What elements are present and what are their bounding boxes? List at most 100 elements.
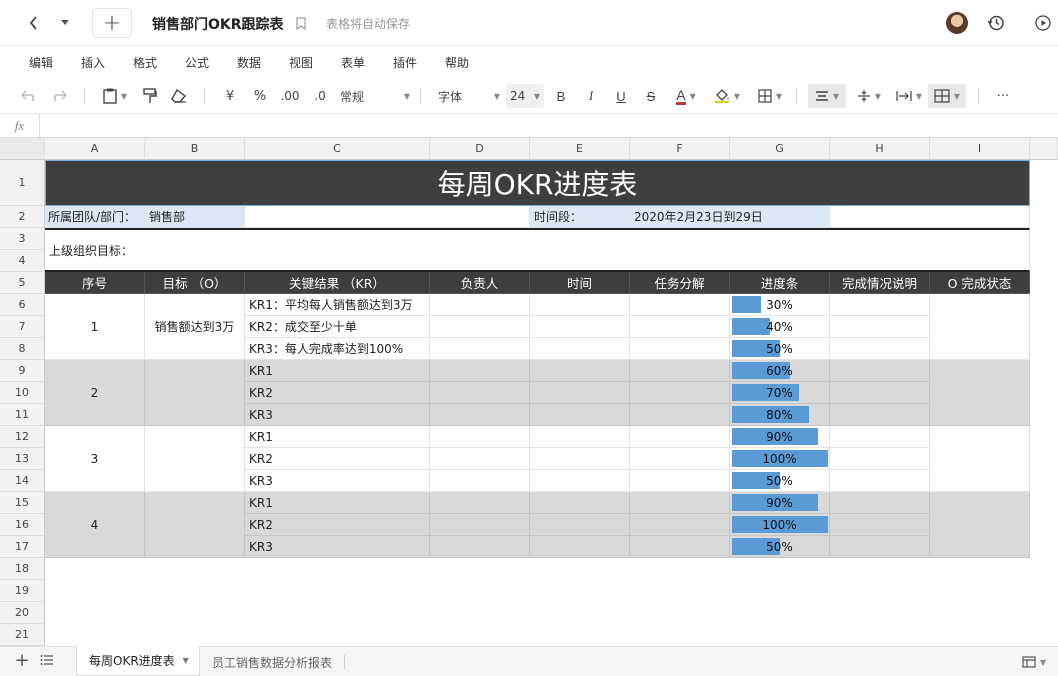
row-header[interactable]: 17 [0, 536, 45, 558]
time-cell[interactable] [530, 426, 630, 448]
owner-cell[interactable] [430, 382, 530, 404]
owner-cell[interactable] [430, 514, 530, 536]
time-cell[interactable] [530, 360, 630, 382]
merge-cells-button[interactable]: ▼ [928, 84, 966, 108]
row-header[interactable]: 6 [0, 294, 45, 316]
number-format-select[interactable]: 常规 ▼ [340, 84, 410, 108]
header-objective[interactable]: 目标 （O） [145, 272, 245, 294]
time-cell[interactable] [530, 448, 630, 470]
progress-cell[interactable]: 50% [730, 536, 830, 558]
header-tasks[interactable]: 任务分解 [630, 272, 730, 294]
underline-button[interactable]: U [612, 84, 630, 108]
owner-cell[interactable] [430, 316, 530, 338]
completion-notes-cell[interactable] [830, 338, 930, 360]
sheet-tab[interactable]: 员工销售数据分析报表 [212, 654, 332, 671]
row-header[interactable]: 9 [0, 360, 45, 382]
kr-cell[interactable]: KR1 [245, 492, 430, 514]
completion-notes-cell[interactable] [830, 404, 930, 426]
progress-cell[interactable]: 60% [730, 360, 830, 382]
font-size-select[interactable]: 24 ▼ [506, 84, 544, 108]
o-status-cell[interactable] [930, 492, 1030, 558]
completion-notes-cell[interactable] [830, 470, 930, 492]
header-owner[interactable]: 负责人 [430, 272, 530, 294]
progress-cell[interactable]: 90% [730, 426, 830, 448]
undo-button[interactable] [18, 84, 40, 108]
o-status-cell[interactable] [930, 360, 1030, 426]
column-header[interactable]: I [930, 138, 1030, 160]
completion-notes-cell[interactable] [830, 514, 930, 536]
row-header[interactable]: 5 [0, 272, 45, 294]
kr-cell[interactable]: KR1 [245, 360, 430, 382]
redo-button[interactable] [48, 84, 70, 108]
bold-button[interactable]: B [552, 84, 570, 108]
menu-edit[interactable]: 编辑 [29, 54, 53, 71]
row-header[interactable]: 2 [0, 206, 45, 228]
time-cell[interactable] [530, 470, 630, 492]
kr-cell[interactable]: KR2 [245, 514, 430, 536]
objective-cell[interactable] [145, 360, 245, 426]
column-header[interactable]: H [830, 138, 930, 160]
menu-formula[interactable]: 公式 [185, 54, 209, 71]
parent-goal-cell[interactable]: 上级组织目标： [45, 228, 1030, 272]
row-header[interactable]: 19 [0, 580, 45, 602]
menu-format[interactable]: 格式 [133, 54, 157, 71]
objective-cell[interactable]: 销售额达到3万 [145, 294, 245, 360]
owner-cell[interactable] [430, 470, 530, 492]
owner-cell[interactable] [430, 426, 530, 448]
vertical-align-button[interactable]: ▼ [852, 84, 886, 108]
history-dropdown-button[interactable] [54, 12, 76, 34]
completion-notes-cell[interactable] [830, 294, 930, 316]
task-cell[interactable] [630, 448, 730, 470]
progress-cell[interactable]: 40% [730, 316, 830, 338]
row-header[interactable]: 7 [0, 316, 45, 338]
progress-cell[interactable]: 50% [730, 470, 830, 492]
sheet-tab-active[interactable]: 每周OKR进度表 ▼ [76, 646, 200, 676]
column-header[interactable]: A [45, 138, 145, 160]
seq-cell[interactable]: 1 [45, 294, 145, 360]
task-cell[interactable] [630, 338, 730, 360]
borders-button[interactable]: ▼ [754, 84, 786, 108]
progress-cell[interactable]: 90% [730, 492, 830, 514]
menu-view[interactable]: 视图 [289, 54, 313, 71]
formula-input[interactable] [46, 114, 1058, 137]
kr-cell[interactable]: KR2 [245, 448, 430, 470]
completion-notes-cell[interactable] [830, 426, 930, 448]
column-header[interactable]: C [245, 138, 430, 160]
fill-color-button[interactable]: ▼ [710, 84, 744, 108]
row-header[interactable]: 10 [0, 382, 45, 404]
text-wrap-button[interactable]: ▼ [892, 84, 926, 108]
paste-button[interactable]: ▼ [98, 84, 132, 108]
avatar[interactable] [946, 12, 968, 34]
column-header[interactable]: E [530, 138, 630, 160]
completion-notes-cell[interactable] [830, 316, 930, 338]
decrease-decimal-button[interactable]: .0 [310, 84, 330, 108]
time-cell[interactable] [530, 404, 630, 426]
bookmark-button[interactable] [294, 14, 308, 32]
time-cell[interactable] [530, 536, 630, 558]
select-all-corner[interactable] [0, 138, 45, 160]
task-cell[interactable] [630, 404, 730, 426]
progress-cell[interactable]: 30% [730, 294, 830, 316]
task-cell[interactable] [630, 294, 730, 316]
kr-cell[interactable]: KR3 [245, 536, 430, 558]
owner-cell[interactable] [430, 338, 530, 360]
currency-format-button[interactable]: ¥ [220, 84, 240, 108]
font-color-button[interactable]: A ▼ [670, 84, 702, 108]
task-cell[interactable] [630, 316, 730, 338]
owner-cell[interactable] [430, 448, 530, 470]
completion-notes-cell[interactable] [830, 536, 930, 558]
font-family-select[interactable]: 字体 ▼ [438, 84, 500, 108]
row-header[interactable]: 1 [0, 160, 45, 206]
task-cell[interactable] [630, 492, 730, 514]
kr-cell[interactable]: KR3 [245, 404, 430, 426]
task-cell[interactable] [630, 514, 730, 536]
sheet-list-button[interactable] [40, 654, 56, 668]
task-cell[interactable] [630, 426, 730, 448]
period-label-cell[interactable]: 时间段： [530, 206, 630, 228]
time-cell[interactable] [530, 514, 630, 536]
progress-cell[interactable]: 80% [730, 404, 830, 426]
empty-cell[interactable] [245, 206, 530, 228]
objective-cell[interactable] [145, 492, 245, 558]
percent-format-button[interactable]: % [250, 84, 270, 108]
menu-plugins[interactable]: 插件 [393, 54, 417, 71]
